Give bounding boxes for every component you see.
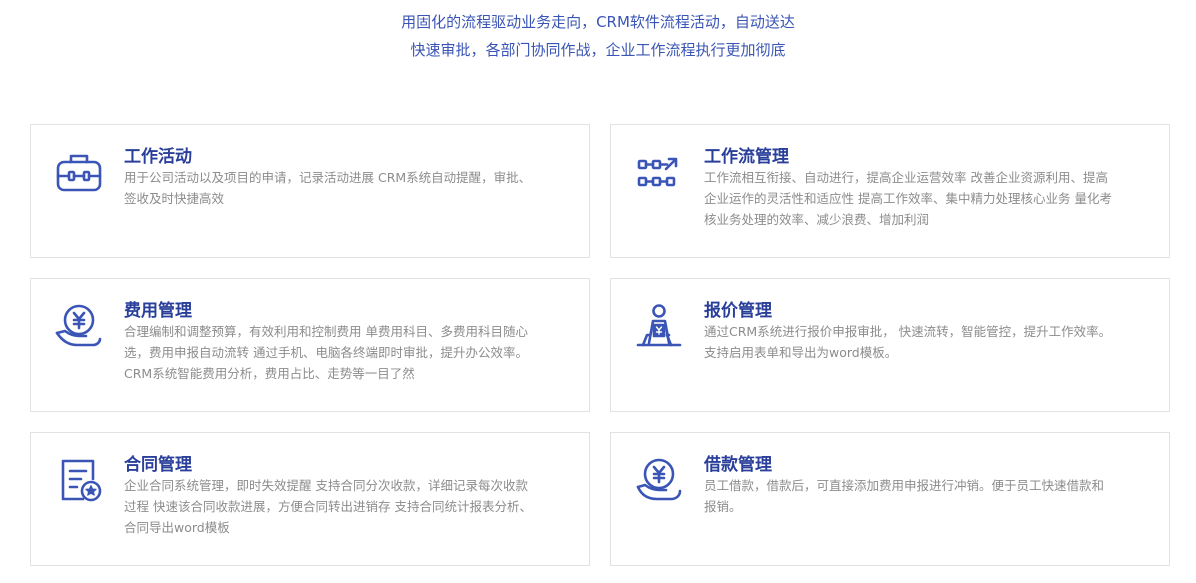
card-workflow[interactable]: 工作流管理 工作流相互衔接、自动进行，提高企业运营效率 改善企业资源利用、提高 … bbox=[610, 124, 1170, 258]
card-title: 费用管理 bbox=[124, 301, 192, 321]
contract-icon bbox=[53, 455, 105, 507]
card-expense[interactable]: 费用管理 合理编制和调整预算，有效利用和控制费用 单费用科目、多费用科目随心 选… bbox=[30, 278, 590, 412]
card-loan[interactable]: 借款管理 员工借款，借款后，可直接添加费用申报进行冲销。便于员工快速借款和 报销… bbox=[610, 432, 1170, 566]
card-desc-line: 报销。 bbox=[704, 499, 742, 514]
intro-line-1: 用固化的流程驱动业务走向，CRM软件流程活动，自动送达 bbox=[401, 13, 795, 31]
card-title: 报价管理 bbox=[704, 301, 772, 321]
card-title: 借款管理 bbox=[704, 455, 772, 475]
card-desc-line: 过程 快速该合同收款进展，方便合同转出进销存 支持合同统计报表分析、 bbox=[124, 499, 532, 514]
card-desc-line: 用于公司活动以及项目的申请，记录活动进展 CRM系统自动提醒，审批、 bbox=[124, 170, 532, 185]
card-desc-line: 签收及时快捷高效 bbox=[124, 191, 225, 206]
card-desc-line: 通过CRM系统进行报价申报审批， 快速流转，智能管控，提升工作效率。 bbox=[704, 324, 1112, 339]
card-desc-line: 支持启用表单和导出为word模板。 bbox=[704, 345, 898, 360]
quote-person-icon bbox=[633, 301, 685, 353]
card-desc-line: CRM系统智能费用分析，费用占比、走势等一目了然 bbox=[124, 366, 415, 381]
card-contract[interactable]: 合同管理 企业合同系统管理，即时失效提醒 支持合同分次收款，详细记录每次收款 过… bbox=[30, 432, 590, 566]
card-desc-line: 工作流相互衔接、自动进行，提高企业运营效率 改善企业资源利用、提高 bbox=[704, 170, 1108, 185]
card-desc-line: 合同导出word模板 bbox=[124, 520, 230, 535]
card-desc-line: 选，费用申报自动流转 通过手机、电脑各终端即时审批，提升办公效率。 bbox=[124, 345, 528, 360]
loan-coin-icon bbox=[633, 455, 685, 507]
card-desc-line: 企业合同系统管理，即时失效提醒 支持合同分次收款，详细记录每次收款 bbox=[124, 478, 528, 493]
hand-coin-icon bbox=[53, 301, 105, 353]
card-description: 用于公司活动以及项目的申请，记录活动进展 CRM系统自动提醒，审批、 签收及时快… bbox=[124, 167, 576, 209]
card-description: 员工借款，借款后，可直接添加费用申报进行冲销。便于员工快速借款和 报销。 bbox=[704, 475, 1156, 517]
card-description: 企业合同系统管理，即时失效提醒 支持合同分次收款，详细记录每次收款 过程 快速该… bbox=[124, 475, 576, 538]
intro-text: 用固化的流程驱动业务走向，CRM软件流程活动，自动送达 快速审批，各部门协同作战… bbox=[0, 8, 1196, 64]
card-desc-line: 合理编制和调整预算，有效利用和控制费用 单费用科目、多费用科目随心 bbox=[124, 324, 528, 339]
card-desc-line: 核业务处理的效率、减少浪费、增加利润 bbox=[704, 212, 930, 227]
card-desc-line: 企业运作的灵活性和适应性 提高工作效率、集中精力处理核心业务 量化考 bbox=[704, 191, 1112, 206]
card-title: 合同管理 bbox=[124, 455, 192, 475]
toolbox-icon bbox=[53, 147, 105, 199]
card-title: 工作流管理 bbox=[704, 147, 789, 167]
card-desc-line: 员工借款，借款后，可直接添加费用申报进行冲销。便于员工快速借款和 bbox=[704, 478, 1105, 493]
card-title: 工作活动 bbox=[124, 147, 192, 167]
card-description: 通过CRM系统进行报价申报审批， 快速流转，智能管控，提升工作效率。 支持启用表… bbox=[704, 321, 1156, 363]
card-description: 合理编制和调整预算，有效利用和控制费用 单费用科目、多费用科目随心 选，费用申报… bbox=[124, 321, 576, 384]
card-work-activity[interactable]: 工作活动 用于公司活动以及项目的申请，记录活动进展 CRM系统自动提醒，审批、 … bbox=[30, 124, 590, 258]
card-description: 工作流相互衔接、自动进行，提高企业运营效率 改善企业资源利用、提高 企业运作的灵… bbox=[704, 167, 1156, 230]
card-quotation[interactable]: 报价管理 通过CRM系统进行报价申报审批， 快速流转，智能管控，提升工作效率。 … bbox=[610, 278, 1170, 412]
intro-line-2: 快速审批，各部门协同作战，企业工作流程执行更加彻底 bbox=[410, 41, 786, 59]
workflow-icon bbox=[633, 147, 685, 199]
